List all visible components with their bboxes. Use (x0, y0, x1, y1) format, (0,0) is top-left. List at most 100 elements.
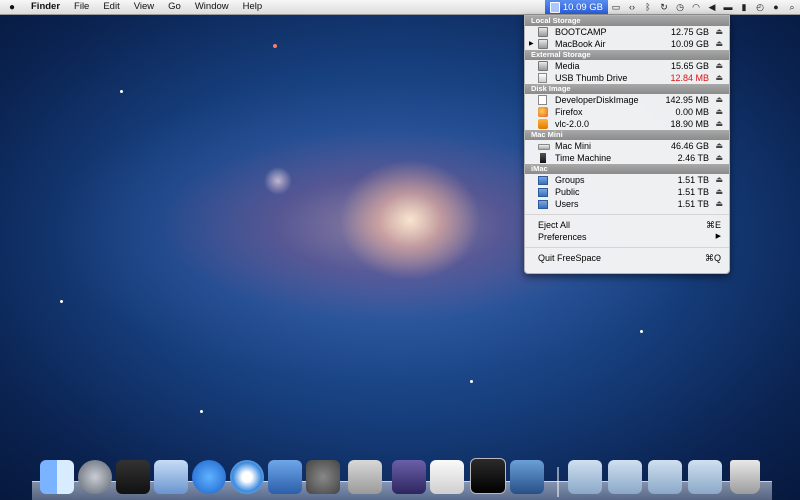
section-header-mac-mini: Mac Mini (525, 130, 729, 140)
wallpaper-star (200, 410, 203, 413)
volume-name: Firefox (555, 107, 583, 117)
trash-icon[interactable] (730, 460, 760, 494)
mac-mini-icon (538, 144, 550, 150)
code-icon[interactable]: ‹› (624, 0, 640, 14)
volume-row-bootcamp[interactable]: BOOTCAMP 12.75 GB ⏏ (525, 26, 729, 38)
bluetooth-icon[interactable]: ᛒ (640, 0, 656, 14)
menu-bar: ● Finder File Edit View Go Window Help 1… (0, 0, 800, 15)
xcode-icon[interactable] (268, 460, 302, 494)
eject-icon[interactable]: ⏏ (715, 26, 723, 38)
volume-row-groups[interactable]: Groups 1.51 TB ⏏ (525, 174, 729, 186)
calculator-icon[interactable] (348, 460, 382, 494)
wallpaper-star (60, 300, 63, 303)
safari-icon[interactable] (230, 460, 264, 494)
hard-disk-icon (549, 1, 560, 13)
shared-folder-icon (538, 200, 548, 209)
volume-free-space: 46.46 GB (670, 141, 709, 151)
menu-window[interactable]: Window (188, 0, 236, 14)
volume-row-usb-thumb-drive[interactable]: USB Thumb Drive 12.84 MB ⏏ (525, 72, 729, 84)
wallpaper-star (640, 330, 643, 333)
terminal-icon[interactable] (470, 458, 506, 494)
volume-free-space-warning: 12.84 MB (670, 73, 709, 83)
status-menus: 10.09 GB ▭ ‹› ᛒ ↻ ◷ ◠ ◀ ▬ ▮ ◴ ● ⌕ (544, 0, 800, 14)
eject-all-label: Eject All (538, 220, 571, 230)
flag-icon[interactable]: ▬ (720, 0, 736, 14)
clock-icon[interactable]: ◴ (752, 0, 768, 14)
volume-free-space: 18.90 MB (670, 119, 709, 129)
preview-icon[interactable] (392, 460, 426, 494)
volume-icon[interactable]: ◀ (704, 0, 720, 14)
eject-icon[interactable]: ⏏ (715, 72, 723, 84)
mail-icon[interactable] (154, 460, 188, 494)
downloads-folder-icon[interactable] (648, 460, 682, 494)
menu-file[interactable]: File (67, 0, 96, 14)
menu-help[interactable]: Help (236, 0, 270, 14)
firefox-icon (538, 107, 548, 117)
battery-meter-icon[interactable]: ▭ (608, 0, 624, 14)
menu-app-name[interactable]: Finder (24, 0, 67, 14)
menu-edit[interactable]: Edit (96, 0, 126, 14)
textedit-icon[interactable] (430, 460, 464, 494)
volume-row-firefox[interactable]: Firefox 0.00 MB ⏏ (525, 106, 729, 118)
wallpaper-star (120, 90, 123, 93)
eject-icon[interactable]: ⏏ (715, 174, 723, 186)
preferences-label: Preferences (538, 232, 587, 242)
section-header-local-storage: Local Storage (525, 16, 729, 26)
volume-free-space: 0.00 MB (675, 107, 709, 117)
eject-icon[interactable]: ⏏ (715, 106, 723, 118)
finder-icon[interactable] (40, 460, 74, 494)
system-preferences-icon[interactable] (306, 460, 340, 494)
volume-row-developer-disk-image[interactable]: DeveloperDiskImage 142.95 MB ⏏ (525, 94, 729, 106)
section-header-imac: iMac (525, 164, 729, 174)
menu-go[interactable]: Go (161, 0, 188, 14)
eject-icon[interactable]: ⏏ (715, 140, 723, 152)
preferences-menu-item[interactable]: Preferences ▶ (525, 231, 729, 243)
dock-separator (557, 467, 559, 497)
eject-icon[interactable]: ⏏ (715, 118, 723, 130)
app-store-icon[interactable] (192, 460, 226, 494)
eject-icon[interactable]: ⏏ (715, 152, 723, 164)
disclosure-triangle-icon[interactable]: ▶ (529, 38, 534, 50)
section-header-external-storage: External Storage (525, 50, 729, 60)
wifi-icon[interactable]: ◠ (688, 0, 704, 14)
wallpaper-star (470, 380, 473, 383)
spotlight-icon[interactable]: ⌕ (784, 0, 800, 14)
quit-menu-item[interactable]: Quit FreeSpace ⌘Q (525, 252, 729, 264)
apple-menu-icon[interactable]: ● (0, 2, 24, 13)
quit-shortcut: ⌘Q (704, 253, 721, 263)
eject-all-menu-item[interactable]: Eject All ⌘E (525, 219, 729, 231)
volume-row-macbook-air[interactable]: ▶ MacBook Air 10.09 GB ⏏ (525, 38, 729, 50)
user-icon[interactable]: ● (768, 0, 784, 14)
documents-folder-icon[interactable] (608, 460, 642, 494)
volume-row-users[interactable]: Users 1.51 TB ⏏ (525, 198, 729, 210)
eject-icon[interactable]: ⏏ (715, 38, 723, 50)
hard-disk-icon (538, 39, 548, 49)
volume-name: USB Thumb Drive (555, 73, 628, 83)
eject-icon[interactable]: ⏏ (715, 198, 723, 210)
shared-folder-icon (538, 188, 548, 197)
volume-row-vlc[interactable]: vlc-2.0.0 18.90 MB ⏏ (525, 118, 729, 130)
volume-row-public[interactable]: Public 1.51 TB ⏏ (525, 186, 729, 198)
volume-name: Mac Mini (555, 141, 592, 151)
hard-disk-icon (538, 61, 548, 71)
volume-name: vlc-2.0.0 (555, 119, 590, 129)
eject-icon[interactable]: ⏏ (715, 186, 723, 198)
eject-icon[interactable]: ⏏ (715, 60, 723, 72)
sync-icon[interactable]: ↻ (656, 0, 672, 14)
time-machine-icon (540, 153, 546, 163)
applications-folder-icon[interactable] (568, 460, 602, 494)
wallpaper-star (273, 44, 277, 48)
shared-folder-icon[interactable] (688, 460, 722, 494)
menu-view[interactable]: View (127, 0, 161, 14)
volume-free-space: 1.51 TB (677, 187, 709, 197)
volume-row-media[interactable]: Media 15.65 GB ⏏ (525, 60, 729, 72)
eject-icon[interactable]: ⏏ (715, 94, 723, 106)
photo-booth-icon[interactable] (510, 460, 544, 494)
volume-row-mac-mini[interactable]: Mac Mini 46.46 GB ⏏ (525, 140, 729, 152)
battery-icon[interactable]: ▮ (736, 0, 752, 14)
mission-control-icon[interactable] (116, 460, 150, 494)
time-machine-icon[interactable]: ◷ (672, 0, 688, 14)
freespace-menu-extra[interactable]: 10.09 GB (544, 0, 608, 14)
launchpad-icon[interactable] (78, 460, 112, 494)
volume-row-time-machine[interactable]: Time Machine 2.46 TB ⏏ (525, 152, 729, 164)
